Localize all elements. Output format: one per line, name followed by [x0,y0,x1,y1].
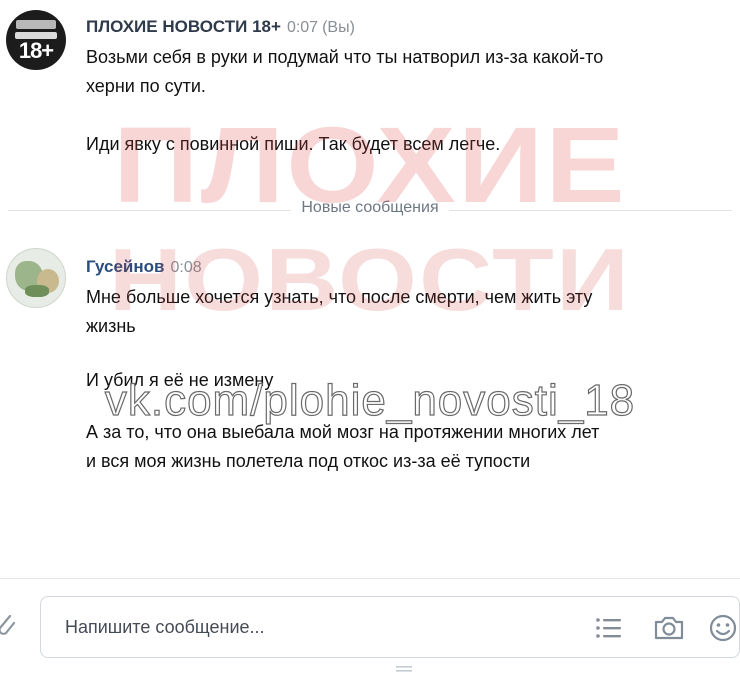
message-input-placeholder: Напишите сообщение... [65,617,265,637]
message-time[interactable]: 0:07 [287,19,318,36]
message-time[interactable]: 0:08 [170,259,201,276]
author-name[interactable]: ПЛОХИЕ НОВОСТИ 18+ [86,17,281,36]
new-messages-text: Новые сообщения [291,199,449,216]
message-text-line: И убил я её не измену [86,370,274,390]
message-text-line: херни по сути. [86,76,206,96]
message-text-line: Возьми себя в руки и подумай что ты натв… [86,47,604,67]
message-text-line: Иди явку с повинной пиши. Так будет всем… [86,134,501,154]
paperclip-icon[interactable] [0,610,16,640]
smile-icon[interactable] [706,612,740,644]
resize-handle[interactable] [396,665,412,673]
avatar[interactable]: 18+ [6,10,66,70]
avatar-logo-bar [16,20,56,29]
avatar-image-part [25,285,49,297]
message-text-line: и вся моя жизнь полетела под откос из-за… [86,451,531,471]
author-name[interactable]: Гусейнов [86,257,164,276]
avatar[interactable] [6,248,66,308]
camera-icon[interactable] [652,612,686,644]
message-text-line: Мне больше хочется узнать, что после сме… [86,287,593,307]
avatar-label: 18+ [18,38,54,63]
message-header: ПЛОХИЕ НОВОСТИ 18+ 0:07 (Вы) [86,17,355,37]
message-text-line: жизнь [86,316,136,336]
list-icon[interactable] [592,612,626,644]
self-tag: (Вы) [322,19,355,36]
message-text-line: А за то, что она выебала мой мозг на про… [86,422,600,442]
new-messages-label: Новые сообщения [0,199,740,217]
composer-separator [0,578,740,579]
message-input[interactable]: Напишите сообщение... [40,596,740,658]
message-header: Гусейнов 0:08 [86,257,202,277]
